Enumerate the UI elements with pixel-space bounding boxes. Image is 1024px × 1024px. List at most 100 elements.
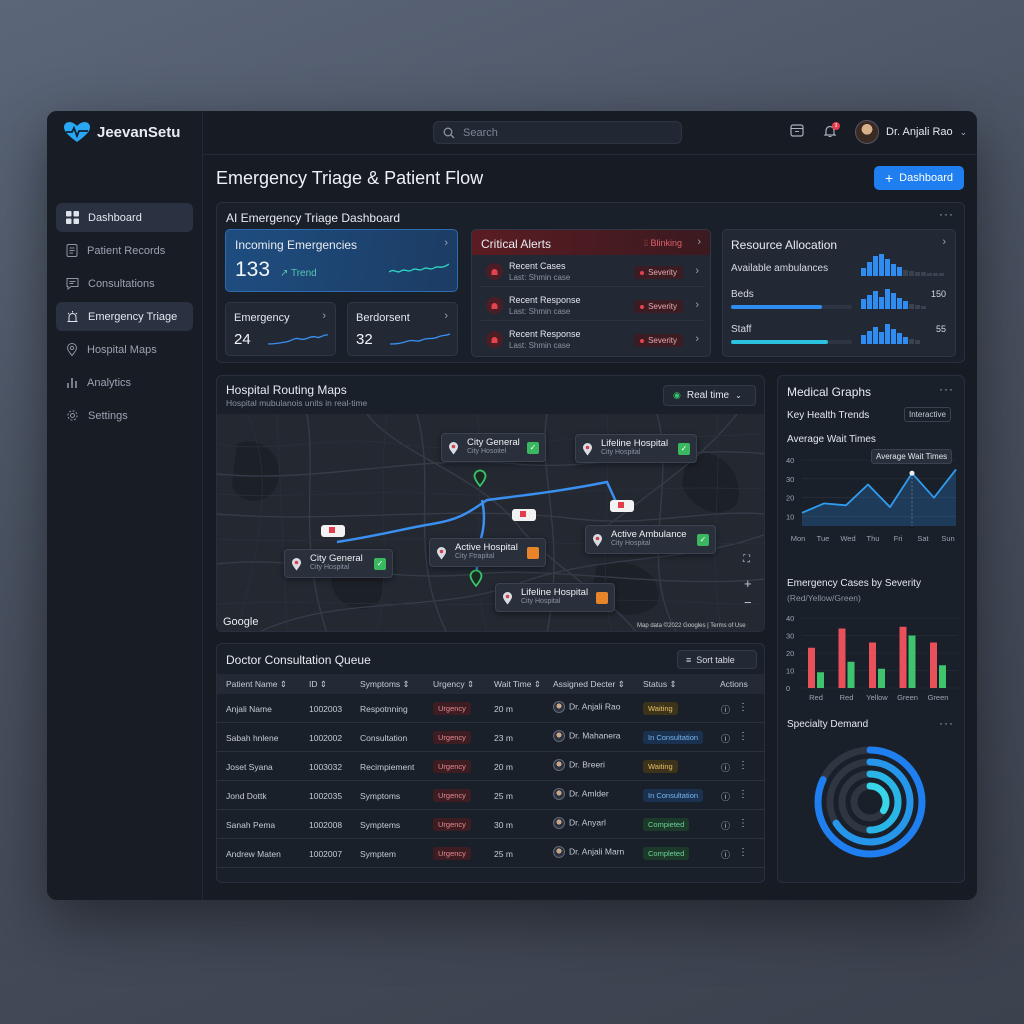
marker-title: Active Ambulance: [611, 529, 687, 540]
info-icon[interactable]: ⓘ: [721, 848, 730, 861]
column-header[interactable]: Wait Time ⇕: [494, 679, 541, 690]
incoming-label: Incoming Emergencies: [235, 238, 358, 252]
table-row[interactable]: Andrew Maten 1002007 Symptem Urgency 25 m Dr.…: [217, 839, 764, 868]
bed-card[interactable]: Berdorsent › 32: [347, 302, 458, 356]
check-icon: ✓: [527, 442, 539, 454]
app-logo[interactable]: JeevanSetu: [63, 121, 180, 143]
map-marker-active-hospital[interactable]: Active Hospital City Ftrapital: [429, 538, 546, 567]
more-vertical-icon[interactable]: ⋮: [738, 731, 748, 742]
column-header[interactable]: Patient Name ⇕: [226, 679, 287, 690]
chevron-right-icon: ›: [444, 310, 448, 322]
assigned-doctor: Dr. Anyarl: [553, 817, 606, 829]
medical-graphs-panel: Medical Graphs ··· Key Health Trends Int…: [777, 375, 965, 883]
more-vertical-icon[interactable]: ⋮: [738, 847, 748, 858]
column-header[interactable]: Status ⇕: [643, 679, 677, 690]
map-marker-active-ambulance[interactable]: Active Ambulance City Hospital ✓: [585, 525, 716, 554]
emergency-card[interactable]: Emergency › 24: [225, 302, 336, 356]
ambulance-icon[interactable]: [610, 500, 634, 512]
column-header[interactable]: Urgency ⇕: [433, 679, 474, 690]
wait-times-chart[interactable]: 40 30 20 10 Mon Tue Wed Thu Fri Sat Sun: [778, 448, 966, 560]
hospital-pin-icon: [503, 592, 512, 605]
more-vertical-icon[interactable]: ⋮: [738, 702, 748, 713]
map-marker-city-general[interactable]: City General City Hosoitel ✓: [441, 433, 546, 462]
sidebar-item-patient-records[interactable]: Patient Records: [56, 236, 193, 265]
urgency-badge: Urgency: [433, 731, 471, 744]
more-vertical-icon[interactable]: ⋮: [738, 818, 748, 829]
map-marker-city-general[interactable]: City General City Hospital ✓: [284, 549, 393, 578]
table-row[interactable]: Jond Dottk 1002035 Symptoms Urgency 25 m Dr. …: [217, 781, 764, 810]
specialty-radial-chart[interactable]: [812, 744, 928, 860]
check-icon: ✓: [374, 558, 386, 570]
ambulance-icon[interactable]: [512, 509, 536, 521]
more-vertical-icon[interactable]: ⋮: [738, 760, 748, 771]
bed-sparkline: [390, 333, 450, 345]
grid-icon: [66, 211, 79, 224]
column-header[interactable]: Symptoms ⇕: [360, 679, 410, 690]
avatar: [553, 817, 565, 829]
info-icon[interactable]: ⓘ: [721, 703, 730, 716]
info-icon[interactable]: ⓘ: [721, 790, 730, 803]
assigned-doctor: Dr. Anjali Marn: [553, 846, 624, 858]
table-row[interactable]: Sanah Pema 1002008 Symptems Urgency 30 m Dr. …: [217, 810, 764, 839]
calendar-icon[interactable]: [790, 123, 804, 137]
more-icon[interactable]: ···: [939, 716, 954, 730]
green-pin-icon[interactable]: [473, 469, 487, 487]
y-tick-label: 20: [786, 649, 794, 658]
sidebar-item-settings[interactable]: Settings: [56, 401, 193, 430]
ambulance-icon[interactable]: [321, 525, 345, 537]
alert-title: Recent Cases: [509, 261, 566, 271]
alert-row[interactable]: Recent Response Last: Shmin case Severity ›: [480, 291, 705, 321]
more-icon[interactable]: ···: [939, 382, 954, 396]
fullscreen-icon[interactable]: ⛶: [743, 554, 750, 565]
patient-name: Anjali Name: [226, 704, 272, 714]
table-row[interactable]: Sabah hnlene 1002002 Consultation Urgency 23…: [217, 723, 764, 752]
severity-bar: [808, 647, 815, 688]
info-icon[interactable]: ⓘ: [721, 819, 730, 832]
sidebar-item-analytics[interactable]: Analytics: [56, 368, 193, 397]
more-vertical-icon[interactable]: ⋮: [738, 789, 748, 800]
table-row[interactable]: Anjali Name 1002003 Respotnning Urgency 20 m…: [217, 694, 764, 723]
emergency-sparkline: [268, 334, 328, 345]
y-tick-label: 40: [786, 456, 794, 465]
map-marker-lifeline-hospital[interactable]: Lifeline Hospital City Hospital ✓: [575, 434, 697, 463]
column-header[interactable]: ID ⇕: [309, 679, 327, 690]
sidebar-item-emergency-triage[interactable]: Emergency Triage: [56, 302, 193, 331]
symptoms: Recimpiement: [360, 762, 415, 772]
assigned-doctor: Dr. Mahanera: [553, 730, 621, 742]
sort-label: Sort table: [696, 654, 735, 665]
real-time-dropdown[interactable]: ◉ Real time ⌄: [663, 385, 756, 406]
sidebar-item-consultations[interactable]: Consultations: [56, 269, 193, 298]
table-row[interactable]: Joset Syana 1003032 Recimpiement Urgency 20 …: [217, 752, 764, 781]
sidebar-item-hospital-maps[interactable]: Hospital Maps: [56, 335, 193, 364]
bed-value: 32: [356, 331, 373, 348]
info-icon[interactable]: ⓘ: [721, 761, 730, 774]
sort-table-button[interactable]: ≡ Sort table: [677, 650, 757, 669]
staff-progress: [731, 340, 852, 344]
interactive-chip[interactable]: Interactive: [904, 407, 951, 422]
patient-id: 1002035: [309, 791, 343, 801]
check-icon: ✓: [697, 534, 709, 546]
more-icon[interactable]: ···: [939, 207, 954, 221]
column-header[interactable]: Assigned Decter ⇕: [553, 679, 625, 690]
zoom-out-button[interactable]: −: [744, 595, 752, 610]
sidebar-item-dashboard[interactable]: Dashboard: [56, 203, 193, 232]
search-input[interactable]: Search: [433, 121, 682, 144]
resource-title: Resource Allocation: [731, 238, 838, 252]
alert-row[interactable]: Recent Response Last: Shmin case Severity ›: [480, 325, 705, 355]
user-menu[interactable]: Dr. Anjali Rao ⌄: [855, 120, 967, 144]
incoming-emergencies-card[interactable]: Incoming Emergencies › 133 ↗ Trend: [225, 229, 458, 292]
alert-row[interactable]: Recent Cases Last: Shmin case Severity ›: [480, 257, 705, 287]
hospital-pin-icon: [437, 547, 446, 560]
severity-badge: Severity: [634, 300, 683, 313]
zoom-in-button[interactable]: +: [744, 576, 752, 591]
dropdown-value: Real time: [686, 390, 730, 401]
green-pin-icon[interactable]: [469, 569, 483, 587]
dashboard-button[interactable]: + Dashboard: [874, 166, 964, 190]
severity-bar-chart[interactable]: 40 30 20 10 0 Red Red Yellow Green Green: [778, 608, 966, 720]
resource-label: Staff: [731, 324, 752, 335]
info-icon[interactable]: ⓘ: [721, 732, 730, 745]
map-marker-lifeline-hospital[interactable]: Lifeline Hospital City Hospital: [495, 583, 615, 612]
y-tick-label: 10: [786, 667, 794, 676]
chevron-right-icon[interactable]: ›: [942, 236, 946, 248]
chevron-down-icon: ⌄: [959, 126, 968, 137]
